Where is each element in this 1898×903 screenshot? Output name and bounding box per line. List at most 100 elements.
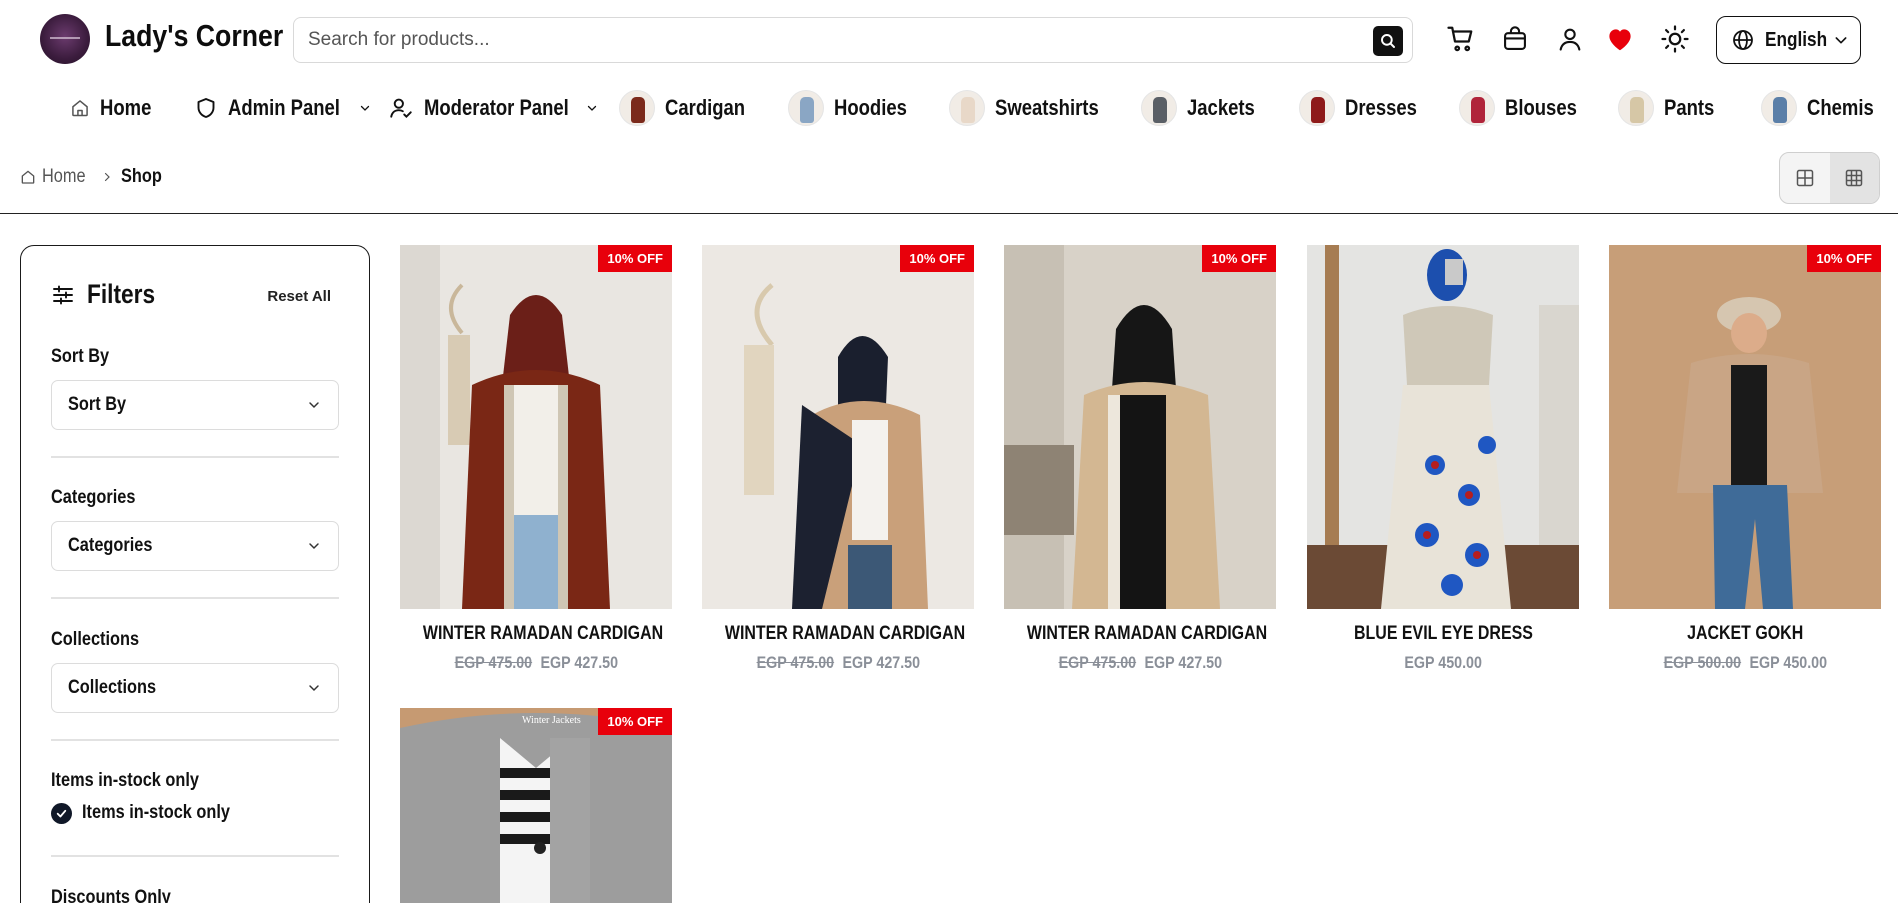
collections-select-value: Collections [68,677,157,698]
product-image[interactable]: 10% OFF [1004,245,1276,609]
theme-toggle[interactable] [1658,22,1692,56]
product-image-caption: Winter Jackets [522,715,581,726]
checkbox-checked-icon [51,802,72,824]
account-button[interactable] [1553,22,1587,56]
search-button[interactable] [1373,26,1403,56]
breadcrumb: Home Shop [20,166,168,188]
categories-select-value: Categories [68,535,153,556]
nav-item-admin-panel[interactable]: Admin Panel [194,84,371,132]
categories-select[interactable]: Categories [51,521,339,571]
discounts-group: Discounts Only [51,887,339,903]
collections-label: Collections [51,629,140,650]
category-nav: Home Admin Panel Moderator Panel Cardiga… [0,84,1898,132]
category-thumbnail [619,90,655,126]
product-name[interactable]: BLUE EVIL EYE DRESS [1307,623,1579,645]
wishlist-button[interactable] [1603,22,1637,56]
nav-item-sweatshirts[interactable]: Sweatshirts [949,84,1119,132]
product-price: EGP 475.00 EGP 427.50 [702,653,974,673]
globe-icon [1733,30,1753,50]
discount-badge: 10% OFF [598,245,672,272]
in-stock-checkbox[interactable]: Items in-stock only [51,802,339,824]
home-icon [21,170,35,184]
product-old-price: EGP 500.00 [1663,653,1741,672]
nav-item-label: Blouses [1505,95,1577,120]
discount-badge: 10% OFF [900,245,974,272]
nav-item-chemis[interactable]: Chemis [1761,84,1886,132]
nav-item-label: Dresses [1345,95,1417,120]
view-toggle [1779,152,1880,204]
product-price: EGP 475.00 EGP 427.50 [1004,653,1276,673]
nav-item-dresses[interactable]: Dresses [1299,84,1431,132]
nav-item-blouses[interactable]: Blouses [1459,84,1591,132]
category-thumbnail [1141,90,1177,126]
nav-item-jackets[interactable]: Jackets [1141,84,1268,132]
product-name[interactable]: WINTER RAMADAN CARDIGAN [702,623,974,645]
divider [51,739,339,741]
nav-item-pants[interactable]: Pants [1618,84,1724,132]
sliders-icon [53,285,73,304]
chevron-down-icon [361,105,370,111]
divider [51,597,339,599]
stock-label: Items in-stock only [51,770,200,791]
nav-item-label: Admin Panel [228,95,340,120]
search-input[interactable] [308,18,1308,62]
sort-select[interactable]: Sort By [51,380,339,430]
language-selector[interactable]: English [1716,16,1861,64]
filters-panel: Filters Reset All Sort By Sort By Catego… [20,245,370,903]
product-image[interactable]: 10% OFF [400,245,672,609]
filters-title: Filters [87,279,156,309]
chevron-down-icon [309,543,319,550]
discount-badge: 10% OFF [598,708,672,735]
shield-icon [197,98,215,118]
discounts-label: Discounts Only [51,887,171,903]
brand-name[interactable]: Lady's Corner [105,18,283,54]
reset-all-button[interactable]: Reset All [267,288,331,305]
product-image[interactable]: Winter Jackets 10% OFF [400,708,672,903]
product-image[interactable]: 10% OFF [702,245,974,609]
grid-2-icon [1796,169,1813,187]
search-bar [293,17,1413,63]
cart-button[interactable] [1444,22,1478,56]
nav-item-hoodies[interactable]: Hoodies [788,84,921,132]
product-name[interactable]: JACKET GOKH [1609,623,1881,645]
grid-2-view-button[interactable] [1780,153,1830,203]
shopping-bag-icon [1504,26,1526,50]
discount-badge: 10% OFF [1202,245,1276,272]
grid-3-icon [1846,169,1863,187]
product-image[interactable] [1307,245,1579,609]
product-name[interactable]: WINTER RAMADAN CARDIGAN [1004,623,1276,645]
header: Lady's Corner English [0,0,1898,78]
product-price: EGP 475.00 EGP 427.50 [400,653,672,673]
category-thumbnail [1459,90,1495,126]
nav-item-home[interactable]: Home [70,84,161,132]
nav-item-label: Hoodies [834,95,907,120]
nav-item-label: Home [100,95,152,120]
brand-logo[interactable] [40,14,90,64]
categories-group: Categories Categories [51,487,339,571]
in-stock-checkbox-label: Items in-stock only [82,802,231,823]
product-sale-price: EGP 427.50 [540,653,618,672]
product-image[interactable]: 10% OFF [1609,245,1881,609]
nav-item-cardigan[interactable]: Cardigan [619,84,760,132]
breadcrumb-bar: Home Shop [0,140,1898,214]
nav-item-label: Moderator Panel [424,95,569,120]
category-thumbnail [788,90,824,126]
product-old-price: EGP 475.00 [756,653,834,672]
grid-3-view-button[interactable] [1829,153,1879,203]
categories-label: Categories [51,487,136,508]
product-name[interactable]: WINTER RAMADAN CARDIGAN [400,623,672,645]
collections-select[interactable]: Collections [51,663,339,713]
heart-icon [1609,29,1631,51]
category-thumbnail [1618,90,1654,126]
filters-header: Filters [51,279,168,310]
orders-button[interactable] [1498,22,1532,56]
stock-group: Items in-stock only Items in-stock only [51,770,339,824]
nav-item-label: Pants [1664,95,1715,120]
collections-group: Collections Collections [51,629,339,713]
breadcrumb-home[interactable]: Home [20,166,93,188]
nav-item-label: Jackets [1187,95,1255,120]
sun-icon [1661,25,1689,53]
search-icon [1381,34,1395,48]
sort-group: Sort By Sort By [51,346,339,430]
nav-item-moderator-panel[interactable]: Moderator Panel [388,84,598,132]
